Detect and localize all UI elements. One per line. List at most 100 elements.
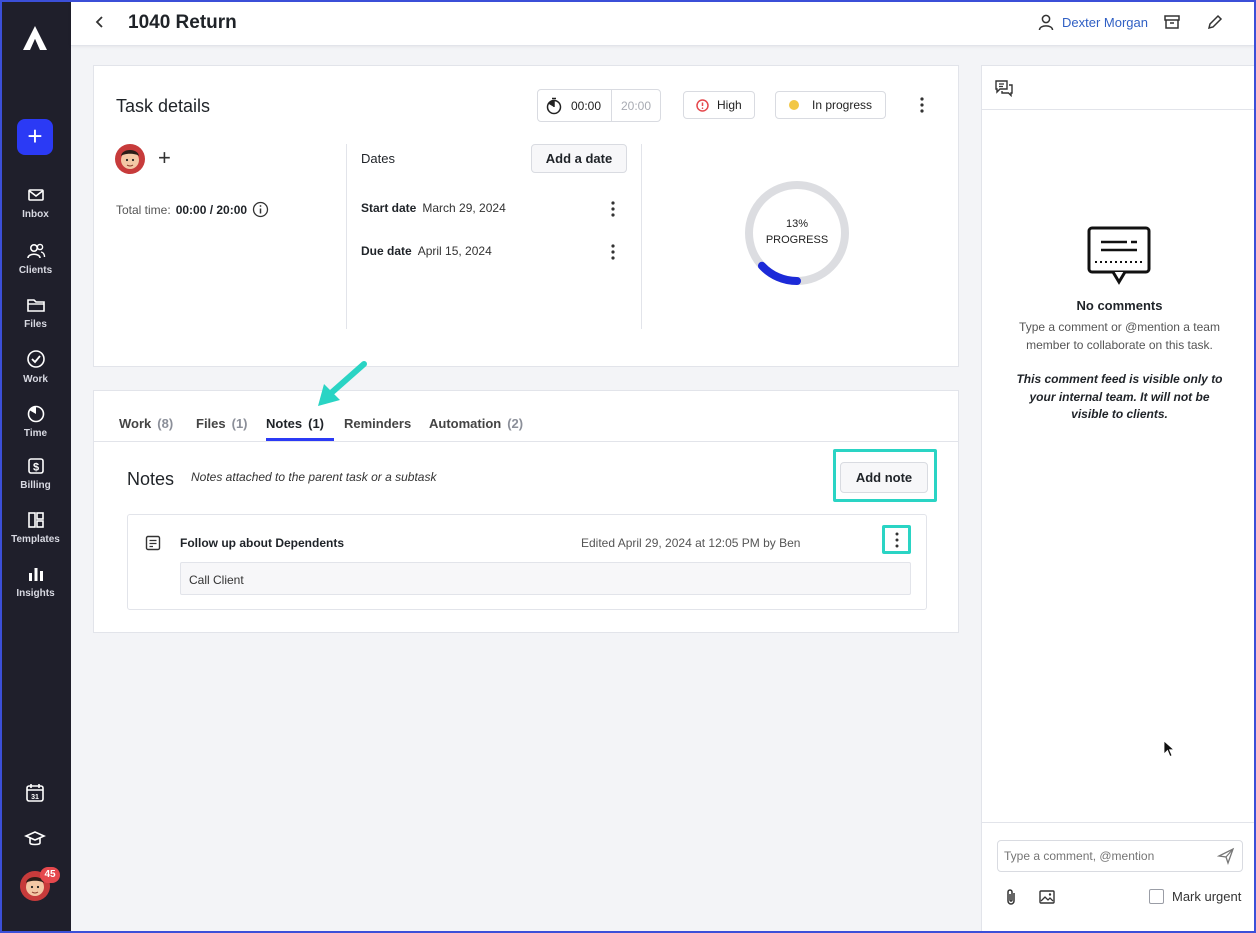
note-meta: Edited April 29, 2024 at 12:05 PM by Ben — [581, 536, 801, 550]
add-date-button[interactable]: Add a date — [531, 144, 627, 173]
tab-files[interactable]: Files (1) — [196, 416, 248, 431]
send-icon[interactable] — [1217, 847, 1235, 865]
user-name: Dexter Morgan — [1062, 14, 1148, 30]
tab-label: Work — [119, 416, 152, 431]
alert-circle-icon — [696, 98, 709, 112]
sidebar-item-label: Work — [23, 374, 48, 385]
folder-icon — [26, 299, 45, 312]
edit-pencil-icon[interactable] — [1205, 12, 1225, 32]
attachment-icon[interactable] — [1002, 887, 1020, 907]
tab-work[interactable]: Work (8) — [119, 416, 173, 431]
mark-urgent-label: Mark urgent — [1172, 889, 1242, 904]
add-note-button[interactable]: Add note — [840, 462, 928, 493]
add-assignee-button[interactable]: + — [158, 146, 171, 170]
image-icon[interactable] — [1038, 888, 1056, 906]
tab-count: (2) — [507, 416, 524, 431]
timer-budget: 20:00 — [620, 98, 652, 113]
user-icon — [1038, 14, 1054, 31]
note-title: Follow up about Dependents — [180, 536, 344, 550]
status-chip[interactable]: In progress — [775, 91, 886, 119]
sidebar-item-label: Templates — [11, 534, 60, 545]
calendar-icon[interactable]: 31 — [24, 782, 46, 804]
empty-comments-icon — [1087, 226, 1151, 285]
task-details-title: Task details — [116, 96, 211, 116]
mark-urgent-checkbox[interactable]: Mark urgent — [1149, 889, 1241, 904]
sidebar: + Inbox Clients Files Work Time $ Billin… — [0, 0, 71, 933]
checkbox[interactable] — [1149, 889, 1164, 904]
mail-icon — [27, 189, 44, 201]
comments-icon[interactable] — [994, 79, 1014, 97]
sidebar-item-files[interactable]: Files — [0, 296, 71, 346]
note-item[interactable]: Follow up about Dependents Edited April … — [127, 514, 927, 610]
dates-label: Dates — [361, 151, 395, 166]
svg-text:$: $ — [32, 462, 38, 474]
sidebar-item-label: Billing — [20, 480, 51, 491]
info-icon[interactable] — [252, 201, 269, 218]
start-date-menu-icon[interactable] — [605, 199, 621, 219]
app-logo-icon[interactable] — [21, 24, 49, 52]
tab-label: Automation — [429, 416, 502, 431]
divider — [346, 144, 347, 329]
tab-notes[interactable]: Notes (1) — [266, 416, 324, 431]
task-details-card: Task details 00:00 20:00 High In progres… — [93, 65, 959, 367]
comment-input[interactable] — [997, 840, 1243, 872]
progress-ring: 13% PROGRESS — [742, 178, 852, 288]
sidebar-item-templates[interactable]: Templates — [0, 511, 71, 561]
page-title: 1040 Return — [128, 12, 237, 33]
stopwatch-icon[interactable] — [545, 97, 563, 115]
sidebar-item-work[interactable]: Work — [0, 349, 71, 399]
sidebar-item-insights[interactable]: Insights — [0, 565, 71, 615]
tab-count: (1) — [308, 416, 325, 431]
tab-label: Notes — [266, 416, 303, 431]
notes-card: Work (8) Files (1) Notes (1) Reminders Auto… — [93, 390, 959, 633]
graduation-cap-icon[interactable] — [24, 828, 46, 850]
sidebar-item-billing[interactable]: $ Billing — [0, 457, 71, 507]
check-circle-icon — [26, 350, 45, 368]
new-item-button[interactable]: + — [17, 119, 53, 155]
due-date-value: April 15, 2024 — [417, 244, 492, 258]
divider — [982, 822, 1256, 823]
back-chevron-icon[interactable] — [93, 12, 107, 32]
layout-icon — [27, 512, 44, 528]
tab-label: Reminders — [344, 416, 412, 431]
task-more-menu-icon[interactable] — [914, 95, 930, 115]
divider — [641, 144, 642, 329]
annotation-arrow-icon — [318, 361, 367, 406]
sidebar-item-label: Insights — [16, 588, 55, 599]
task-timer[interactable]: 00:00 20:00 — [537, 89, 661, 122]
start-date-row: Start date March 29, 2024 — [361, 201, 506, 215]
due-date-label: Due date — [361, 244, 412, 258]
tab-automation[interactable]: Automation (2) — [429, 416, 523, 431]
tab-reminders[interactable]: Reminders — [344, 416, 411, 431]
sidebar-item-label: Clients — [18, 265, 53, 276]
timer-elapsed: 00:00 — [571, 98, 602, 113]
bar-chart-icon — [28, 568, 43, 581]
sidebar-item-inbox[interactable]: Inbox — [0, 186, 71, 236]
status-dot-icon — [789, 100, 799, 110]
sidebar-item-clients[interactable]: Clients — [0, 242, 71, 292]
current-user[interactable]: Dexter Morgan — [1037, 12, 1148, 32]
start-date-label: Start date — [361, 201, 417, 215]
task-tabs: Work (8) Files (1) Notes (1) Reminders Auto… — [94, 391, 958, 442]
page-header: 1040 Return Dexter Morgan — [71, 0, 1256, 46]
comments-panel-header — [982, 66, 1256, 110]
archive-icon[interactable] — [1162, 12, 1182, 32]
note-more-menu-icon[interactable] — [889, 530, 905, 550]
progress-label: PROGRESS — [765, 234, 829, 246]
total-time: Total time: 00:00 / 20:00 — [116, 201, 269, 218]
tab-label: Files — [196, 416, 226, 431]
empty-comments-title: No comments — [1076, 298, 1163, 313]
assignee-avatar[interactable] — [115, 144, 145, 174]
mouse-cursor-icon — [1163, 740, 1175, 758]
comments-panel: No comments Type a comment or @mention a… — [981, 65, 1256, 933]
sidebar-item-time[interactable]: Time — [0, 403, 71, 453]
total-time-label: Total time: — [116, 202, 171, 217]
notes-subtitle: Notes attached to the parent task or a s… — [191, 470, 437, 484]
empty-comments-description: Type a comment or @mention a team member… — [1019, 320, 1220, 352]
due-date-menu-icon[interactable] — [605, 242, 621, 262]
sidebar-item-label: Inbox — [22, 209, 49, 220]
notes-title: Notes — [127, 469, 175, 489]
priority-chip[interactable]: High — [683, 91, 755, 119]
total-time-value: 00:00 / 20:00 — [175, 202, 248, 217]
timer-icon — [27, 405, 44, 423]
